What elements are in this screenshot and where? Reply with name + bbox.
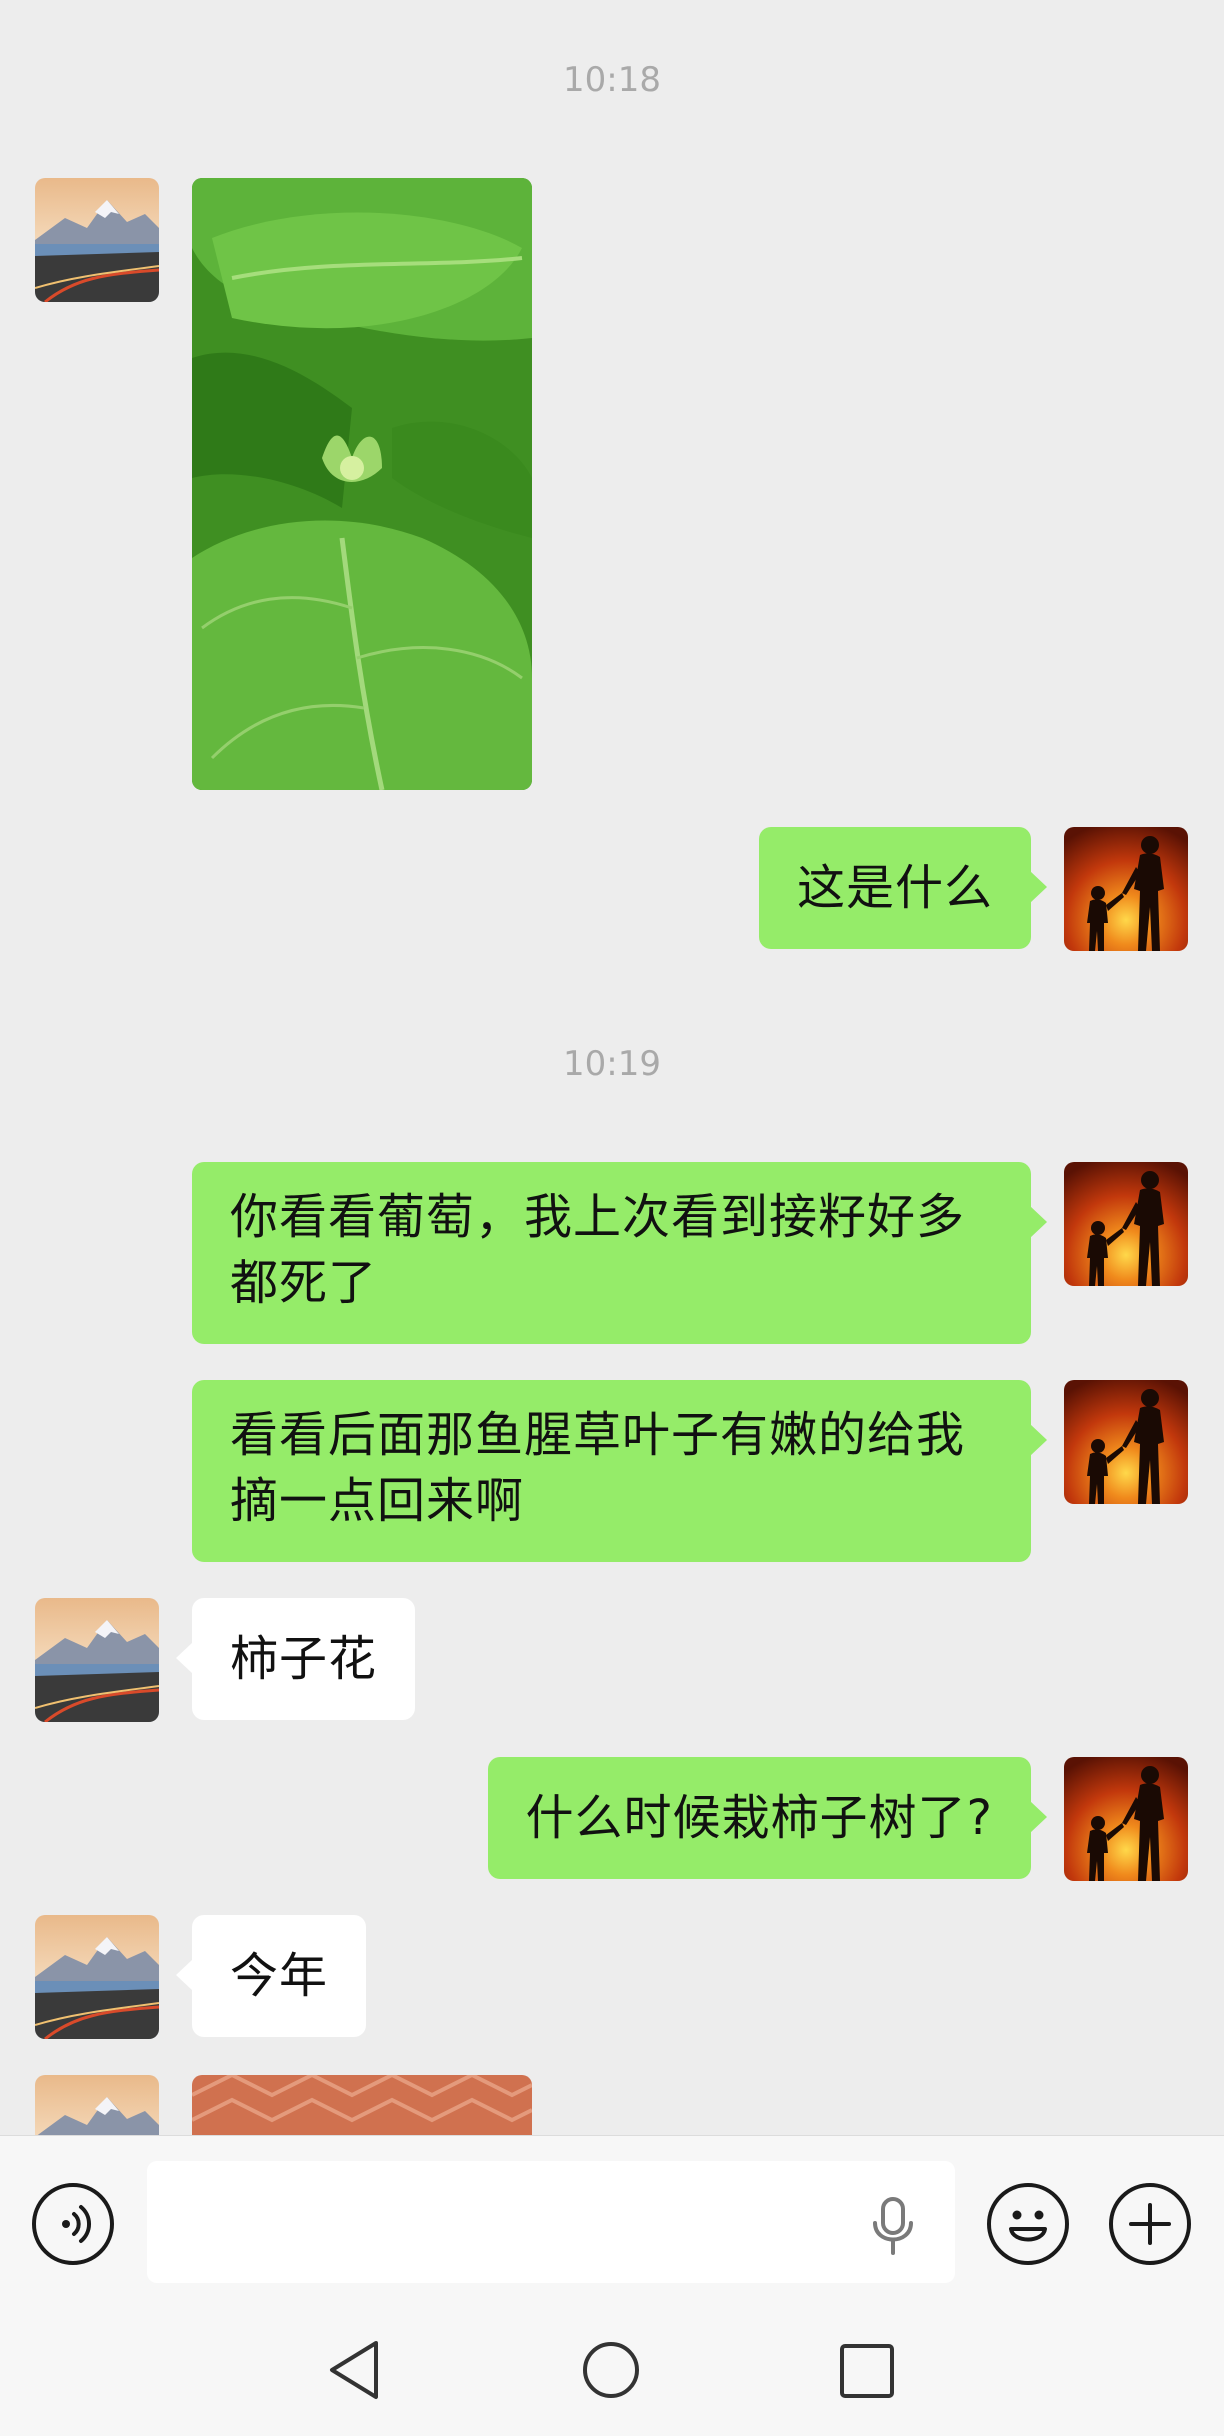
- contact-avatar[interactable]: [35, 178, 159, 302]
- voice-input-icon[interactable]: [32, 2183, 114, 2265]
- contact-avatar[interactable]: [35, 1915, 159, 2039]
- plus-icon[interactable]: [1109, 2183, 1191, 2265]
- nav-back-icon[interactable]: [326, 2339, 382, 2401]
- contact-avatar[interactable]: [35, 2075, 159, 2135]
- timestamp: 10:19: [563, 1044, 661, 1084]
- image-message[interactable]: [192, 178, 532, 790]
- outgoing-message[interactable]: 你看看葡萄，我上次看到接籽好多都死了: [192, 1162, 1047, 1344]
- my-avatar[interactable]: [1064, 1162, 1188, 1286]
- chat-area[interactable]: 10:18 这是什么 10:19 你看看葡萄，我上次看到接籽好多都死了 看看后面…: [0, 0, 1224, 2135]
- contact-avatar[interactable]: [35, 1598, 159, 1722]
- incoming-message[interactable]: 今年: [175, 1915, 367, 2037]
- message-input[interactable]: [147, 2161, 955, 2283]
- image-message[interactable]: [192, 2075, 532, 2135]
- my-avatar[interactable]: [1064, 827, 1188, 951]
- input-bar: [0, 2135, 1224, 2286]
- timestamp: 10:18: [563, 60, 661, 100]
- nav-recents-icon[interactable]: [839, 2343, 895, 2399]
- microphone-icon[interactable]: [870, 2197, 916, 2255]
- outgoing-message[interactable]: 这是什么: [758, 827, 1048, 949]
- my-avatar[interactable]: [1064, 1757, 1188, 1881]
- outgoing-message[interactable]: 看看后面那鱼腥草叶子有嫩的给我摘一点回来啊: [192, 1380, 1047, 1562]
- system-nav-bar: [0, 2285, 1224, 2436]
- outgoing-message[interactable]: 什么时候栽柿子树了?: [487, 1757, 1048, 1879]
- my-avatar[interactable]: [1064, 1380, 1188, 1504]
- nav-home-icon[interactable]: [582, 2341, 640, 2399]
- incoming-message[interactable]: 柿子花: [175, 1598, 416, 1720]
- emoji-icon[interactable]: [987, 2183, 1069, 2265]
